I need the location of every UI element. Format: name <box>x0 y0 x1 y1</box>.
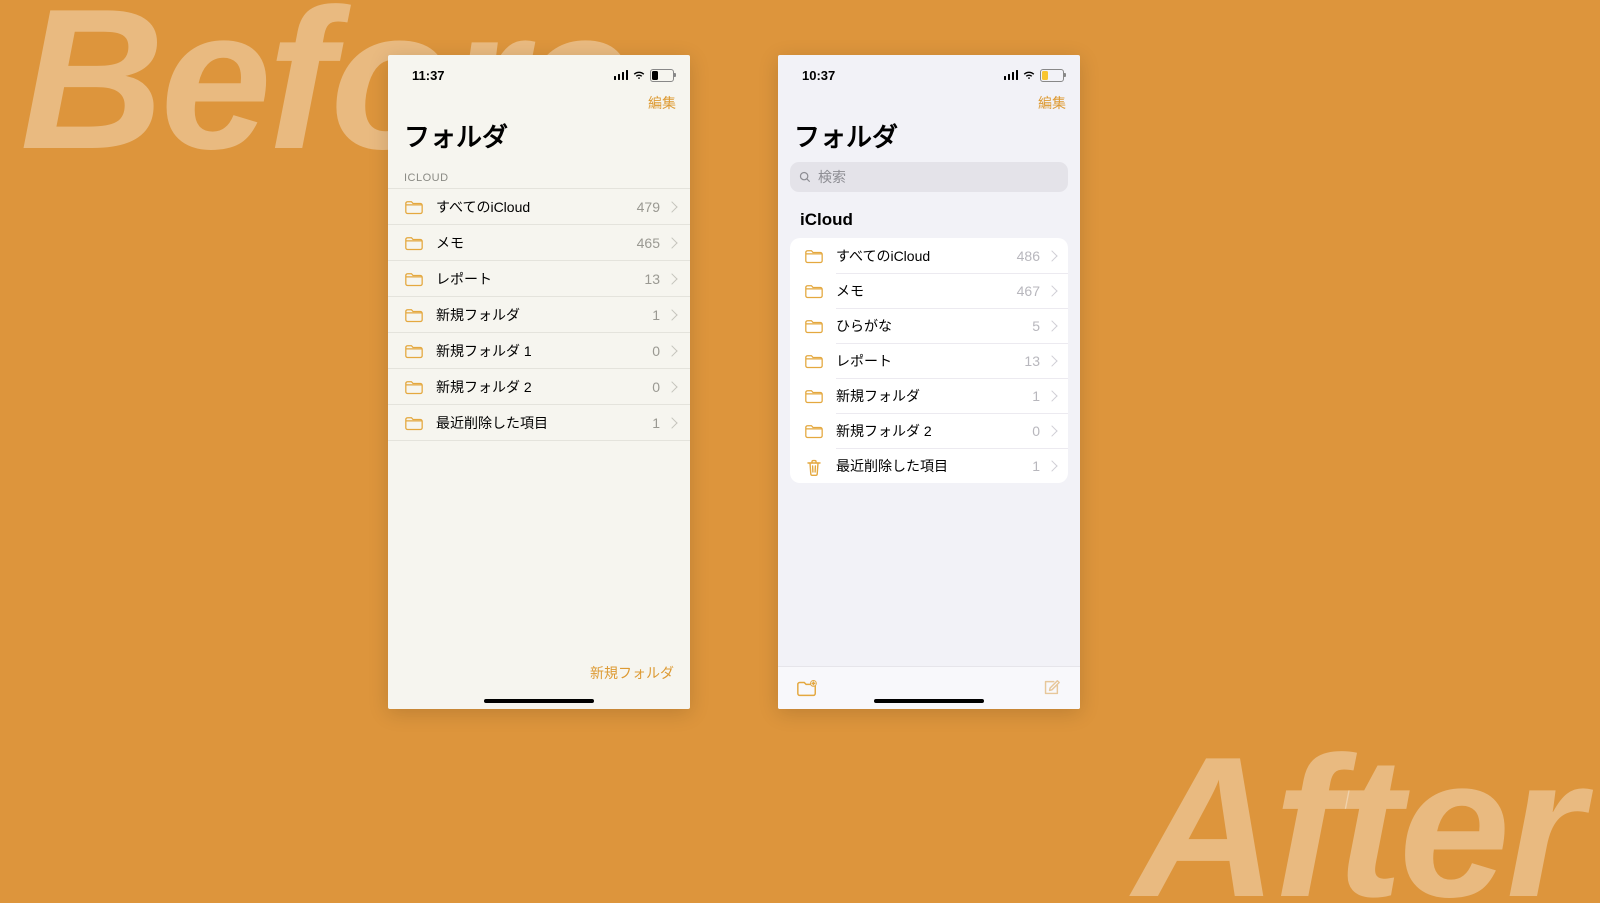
folder-count: 486 <box>1017 248 1040 264</box>
folder-name: 最近削除した項目 <box>836 456 1032 476</box>
folder-icon <box>804 353 824 369</box>
folder-row[interactable]: 新規フォルダ 10 <box>388 332 690 368</box>
folder-icon <box>804 388 824 404</box>
chevron-right-icon <box>1046 460 1057 471</box>
folder-row[interactable]: レポート13 <box>790 343 1068 378</box>
folder-count: 465 <box>637 235 660 251</box>
after-label: After <box>1133 728 1580 903</box>
folder-row[interactable]: レポート13 <box>388 260 690 296</box>
folder-icon <box>404 307 424 323</box>
status-bar: 10:37 <box>778 55 1080 91</box>
page-title: フォルダ <box>388 117 690 160</box>
folder-name: 新規フォルダ 2 <box>436 377 652 397</box>
cellular-icon <box>1004 70 1019 80</box>
search-input[interactable]: 検索 <box>790 162 1068 192</box>
folder-row[interactable]: すべてのiCloud479 <box>388 188 690 224</box>
chevron-right-icon <box>1046 390 1057 401</box>
phone-before: 11:37 編集 フォルダ ICLOUD すべてのiCloud479メモ465レ… <box>388 55 690 709</box>
folder-name: 新規フォルダ <box>436 305 652 325</box>
battery-icon <box>650 69 674 82</box>
folder-count: 1 <box>652 415 660 431</box>
battery-icon <box>1040 69 1064 82</box>
folder-icon <box>804 248 824 264</box>
section-header: iCloud <box>778 202 1080 238</box>
folder-icon <box>804 283 824 299</box>
cellular-icon <box>614 70 629 80</box>
edit-button[interactable]: 編集 <box>648 93 676 113</box>
wifi-icon <box>1022 68 1036 82</box>
folder-name: メモ <box>436 233 637 253</box>
folder-name: 新規フォルダ <box>836 386 1032 406</box>
folder-row[interactable]: すべてのiCloud486 <box>790 238 1068 273</box>
folder-icon <box>404 379 424 395</box>
folder-count: 479 <box>637 199 660 215</box>
status-bar: 11:37 <box>388 55 690 91</box>
folder-name: 新規フォルダ 1 <box>436 341 652 361</box>
phone-after: 10:37 編集 フォルダ 検索 iCloud すべてのiCloud486メモ4… <box>778 55 1080 709</box>
folder-count: 13 <box>1024 353 1040 369</box>
chevron-right-icon <box>1046 425 1057 436</box>
folder-count: 0 <box>1032 423 1040 439</box>
folder-count: 1 <box>652 307 660 323</box>
folder-name: レポート <box>436 269 644 289</box>
edit-button[interactable]: 編集 <box>1038 93 1066 113</box>
chevron-right-icon <box>1046 320 1057 331</box>
folder-icon <box>404 199 424 215</box>
chevron-right-icon <box>666 237 677 248</box>
folder-name: レポート <box>836 351 1024 371</box>
chevron-right-icon <box>666 309 677 320</box>
folder-row[interactable]: 最近削除した項目1 <box>790 448 1068 483</box>
new-folder-icon[interactable] <box>796 678 818 698</box>
folder-name: 最近削除した項目 <box>436 413 652 433</box>
folder-icon <box>804 318 824 334</box>
folder-icon <box>804 423 824 439</box>
status-time: 11:37 <box>412 68 445 83</box>
chevron-right-icon <box>666 381 677 392</box>
folder-row[interactable]: 新規フォルダ1 <box>790 378 1068 413</box>
search-placeholder: 検索 <box>818 167 846 187</box>
compose-icon[interactable] <box>1040 678 1062 698</box>
home-indicator[interactable] <box>874 699 984 703</box>
section-header: ICLOUD <box>388 160 690 188</box>
folder-row[interactable]: 新規フォルダ 20 <box>790 413 1068 448</box>
folder-count: 467 <box>1017 283 1040 299</box>
folder-name: すべてのiCloud <box>836 246 1017 266</box>
folder-list: すべてのiCloud486メモ467ひらがな5レポート13新規フォルダ1新規フォ… <box>790 238 1068 483</box>
folder-count: 1 <box>1032 388 1040 404</box>
folder-row[interactable]: メモ465 <box>388 224 690 260</box>
folder-name: メモ <box>836 281 1017 301</box>
folder-list: すべてのiCloud479メモ465レポート13新規フォルダ1新規フォルダ 10… <box>388 188 690 441</box>
folder-row[interactable]: 新規フォルダ 20 <box>388 368 690 404</box>
folder-count: 1 <box>1032 458 1040 474</box>
search-icon <box>798 170 812 184</box>
folder-icon <box>404 271 424 287</box>
wifi-icon <box>632 68 646 82</box>
folder-name: すべてのiCloud <box>436 197 637 217</box>
folder-row[interactable]: 新規フォルダ1 <box>388 296 690 332</box>
folder-count: 0 <box>652 379 660 395</box>
folder-count: 13 <box>644 271 660 287</box>
chevron-right-icon <box>666 345 677 356</box>
chevron-right-icon <box>1046 355 1057 366</box>
folder-name: 新規フォルダ 2 <box>836 421 1032 441</box>
folder-count: 5 <box>1032 318 1040 334</box>
trash-icon <box>804 458 824 474</box>
chevron-right-icon <box>1046 285 1057 296</box>
chevron-right-icon <box>1046 250 1057 261</box>
chevron-right-icon <box>666 417 677 428</box>
folder-icon <box>404 235 424 251</box>
folder-count: 0 <box>652 343 660 359</box>
chevron-right-icon <box>666 273 677 284</box>
folder-row[interactable]: メモ467 <box>790 273 1068 308</box>
folder-row[interactable]: ひらがな5 <box>790 308 1068 343</box>
folder-row[interactable]: 最近削除した項目1 <box>388 404 690 441</box>
home-indicator[interactable] <box>484 699 594 703</box>
folder-icon <box>404 415 424 431</box>
chevron-right-icon <box>666 201 677 212</box>
new-folder-button[interactable]: 新規フォルダ <box>590 663 674 683</box>
status-time: 10:37 <box>802 68 835 83</box>
folder-name: ひらがな <box>836 316 1032 336</box>
page-title: フォルダ <box>778 117 1080 160</box>
folder-icon <box>404 343 424 359</box>
